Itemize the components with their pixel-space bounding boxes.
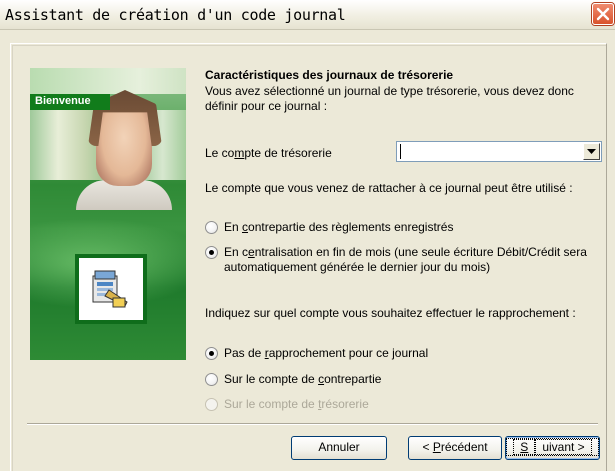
cancel-button[interactable]: Annuler	[291, 436, 387, 460]
title-bar: Assistant de création d'un code journal	[0, 0, 615, 30]
close-button[interactable]	[592, 3, 614, 25]
welcome-label: Bienvenue	[35, 95, 91, 107]
chevron-down-icon	[587, 149, 596, 154]
combo-dropdown-button[interactable]	[583, 143, 600, 160]
radio-button[interactable]	[205, 221, 218, 234]
close-icon	[596, 7, 610, 21]
window-title: Assistant de création d'un code journal	[5, 6, 346, 24]
radio-button[interactable]	[205, 347, 218, 360]
radio-button[interactable]	[205, 373, 218, 386]
reconciliation-text: Indiquez sur quel compte vous souhaitez …	[205, 306, 576, 320]
next-button[interactable]: Suivant >	[505, 436, 600, 460]
usage-text: Le compte que vous venez de rattacher à …	[205, 181, 573, 195]
journal-icon-box	[75, 254, 147, 324]
radio-button[interactable]	[205, 246, 218, 259]
page-heading: Caractéristiques des journaux de trésore…	[205, 68, 454, 82]
welcome-banner-image: Bienvenue	[30, 68, 186, 360]
intro-text: Vous avez sélectionné un journal de type…	[205, 84, 574, 113]
treasury-account-combo[interactable]	[396, 141, 602, 162]
radio-button	[205, 398, 218, 411]
separator	[27, 423, 598, 425]
text-caret	[400, 144, 401, 159]
journal-code-icon	[92, 270, 128, 308]
previous-button[interactable]: < Précédent	[408, 436, 502, 460]
account-field-label: Le compte de trésorerie	[205, 146, 332, 160]
